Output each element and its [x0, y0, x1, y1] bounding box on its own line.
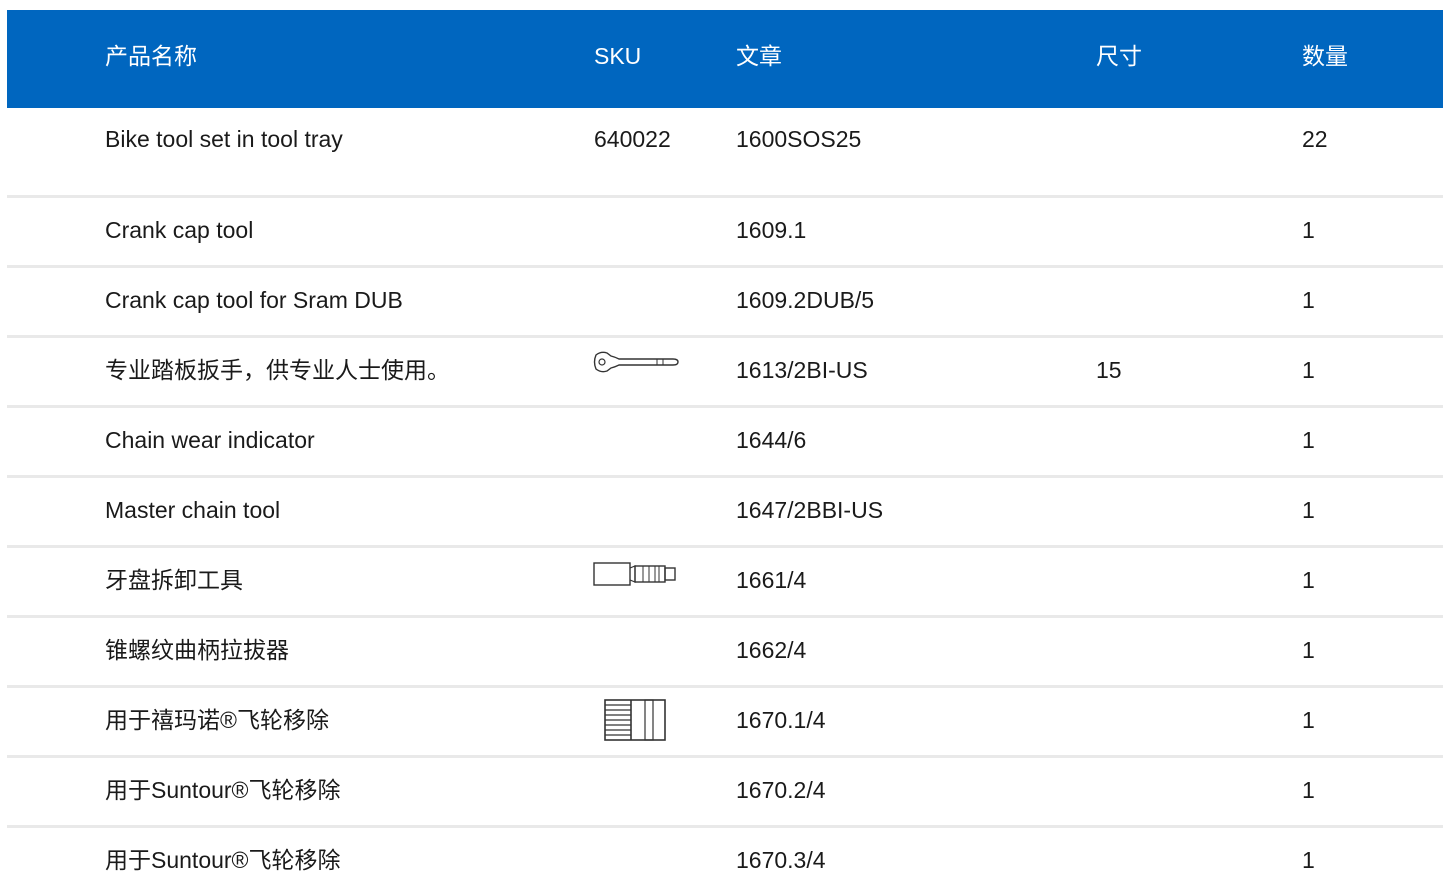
product-article: 1670.2/4: [736, 777, 826, 803]
product-quantity: 1: [1302, 427, 1315, 453]
table-row: 牙盘拆卸工具 1661/4 1: [7, 548, 1443, 618]
product-quantity: 1: [1302, 777, 1315, 803]
product-name[interactable]: 专业踏板扳手，供专业人士使用。: [105, 338, 450, 402]
table-row: 用于Suntour®飞轮移除 1670.2/4 1: [7, 758, 1443, 828]
product-article: 1670.1/4: [736, 707, 826, 733]
product-name[interactable]: 牙盘拆卸工具: [105, 548, 243, 612]
product-name[interactable]: Crank cap tool for Sram DUB: [105, 268, 403, 332]
table-row: 专业踏板扳手，供专业人士使用。 1613/2BI-US 15 1: [7, 338, 1443, 408]
table-row: 用于禧玛诺®飞轮移除 1670.1/4 1: [7, 688, 1443, 758]
table-row: 锥螺纹曲柄拉拔器 1662/4 1: [7, 618, 1443, 688]
product-quantity: 1: [1302, 497, 1315, 523]
product-name[interactable]: Crank cap tool: [105, 198, 253, 262]
product-article: 1613/2BI-US: [736, 357, 868, 383]
chainring-tool-icon[interactable]: [593, 560, 681, 594]
table-row: 用于Suntour®飞轮移除 1670.3/4 1: [7, 828, 1443, 888]
table-row: Bike tool set in tool tray 640022 1600SO…: [7, 108, 1443, 198]
product-quantity: 1: [1302, 847, 1315, 873]
product-article: 1644/6: [736, 427, 807, 453]
product-article: 1670.3/4: [736, 847, 826, 873]
product-quantity: 1: [1302, 567, 1315, 593]
column-header-article[interactable]: 文章: [736, 10, 782, 108]
table-row: Crank cap tool for Sram DUB 1609.2DUB/5 …: [7, 268, 1443, 338]
product-name[interactable]: Chain wear indicator: [105, 408, 315, 472]
product-quantity: 1: [1302, 287, 1315, 313]
product-quantity: 1: [1302, 707, 1315, 733]
product-name[interactable]: 用于Suntour®飞轮移除: [105, 828, 341, 892]
product-name[interactable]: 锥螺纹曲柄拉拔器: [105, 618, 289, 682]
freewheel-remover-icon[interactable]: [593, 698, 669, 748]
column-header-sku[interactable]: SKU: [594, 10, 641, 108]
product-article: 1661/4: [736, 567, 807, 593]
column-header-size[interactable]: 尺寸: [1096, 10, 1142, 108]
pedal-wrench-icon[interactable]: [593, 350, 679, 380]
product-article: 1609.1: [736, 217, 807, 243]
product-name[interactable]: 用于禧玛诺®飞轮移除: [105, 688, 329, 752]
product-quantity: 1: [1302, 637, 1315, 663]
table-row: Crank cap tool 1609.1 1: [7, 198, 1443, 268]
product-article: 1647/2BBI-US: [736, 497, 884, 523]
product-quantity: 1: [1302, 217, 1315, 243]
table-row: Chain wear indicator 1644/6 1: [7, 408, 1443, 478]
product-article: 1600SOS25: [736, 126, 862, 152]
table-header: 产品名称 SKU 文章 尺寸 数量: [7, 10, 1443, 108]
column-header-quantity[interactable]: 数量: [1302, 10, 1348, 108]
product-sku: 640022: [594, 126, 671, 152]
product-name[interactable]: Master chain tool: [105, 478, 280, 542]
column-header-name[interactable]: 产品名称: [105, 10, 197, 108]
table-row: Master chain tool 1647/2BBI-US 1: [7, 478, 1443, 548]
product-size: 15: [1096, 357, 1122, 383]
product-article: 1609.2DUB/5: [736, 287, 875, 313]
product-table: 产品名称 SKU 文章 尺寸 数量 Bike tool set in tool …: [7, 10, 1443, 888]
product-name[interactable]: Bike tool set in tool tray: [105, 108, 343, 170]
product-article: 1662/4: [736, 637, 807, 663]
product-quantity: 22: [1302, 126, 1328, 152]
product-name[interactable]: 用于Suntour®飞轮移除: [105, 758, 341, 822]
product-quantity: 1: [1302, 357, 1315, 383]
